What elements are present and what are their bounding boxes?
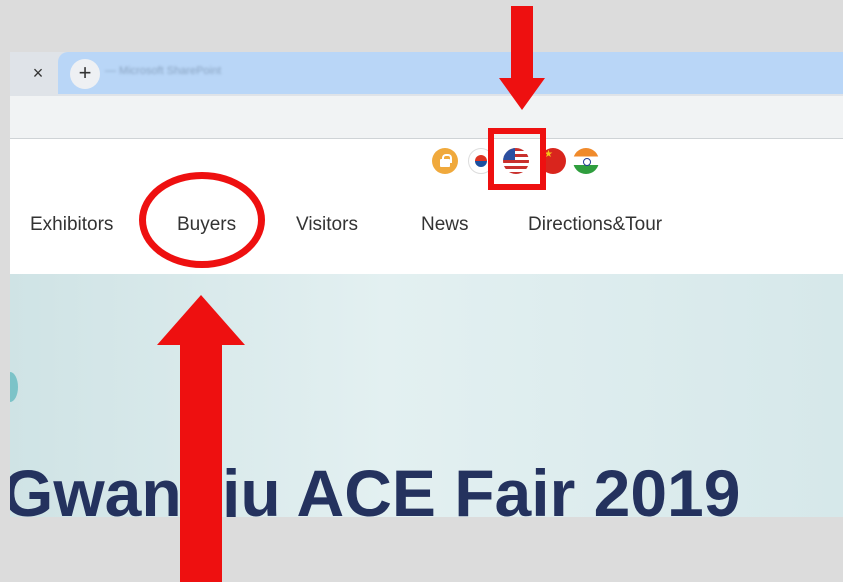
new-tab-button[interactable]: + bbox=[70, 59, 100, 89]
china-flag-icon[interactable] bbox=[540, 148, 566, 174]
hero-banner: Gwangju ACE Fair 2019 bbox=[10, 274, 843, 517]
tab-bar: × + — Microsoft SharePoint bbox=[10, 52, 843, 96]
tab-title: — Microsoft SharePoint bbox=[105, 65, 222, 77]
tab-close-button[interactable]: × bbox=[28, 61, 48, 85]
usa-flag-icon[interactable] bbox=[503, 148, 529, 174]
nav-buyers[interactable]: Buyers bbox=[177, 214, 236, 236]
hero-title: Gwangju ACE Fair 2019 bbox=[10, 456, 741, 517]
hero-decoration bbox=[10, 372, 18, 402]
nav-visitors[interactable]: Visitors bbox=[296, 214, 358, 236]
lock-icon[interactable] bbox=[432, 148, 458, 174]
nav-exhibitors[interactable]: Exhibitors bbox=[30, 214, 113, 236]
nav-news[interactable]: News bbox=[421, 214, 469, 236]
site-header bbox=[10, 139, 843, 274]
browser-screenshot: × + — Microsoft SharePoint Exhibitors Bu… bbox=[10, 52, 843, 517]
nav-directions-tour[interactable]: Directions&Tour bbox=[528, 214, 662, 236]
korea-flag-icon[interactable] bbox=[468, 148, 494, 174]
india-flag-icon[interactable] bbox=[573, 148, 599, 174]
address-bar[interactable] bbox=[10, 96, 843, 139]
